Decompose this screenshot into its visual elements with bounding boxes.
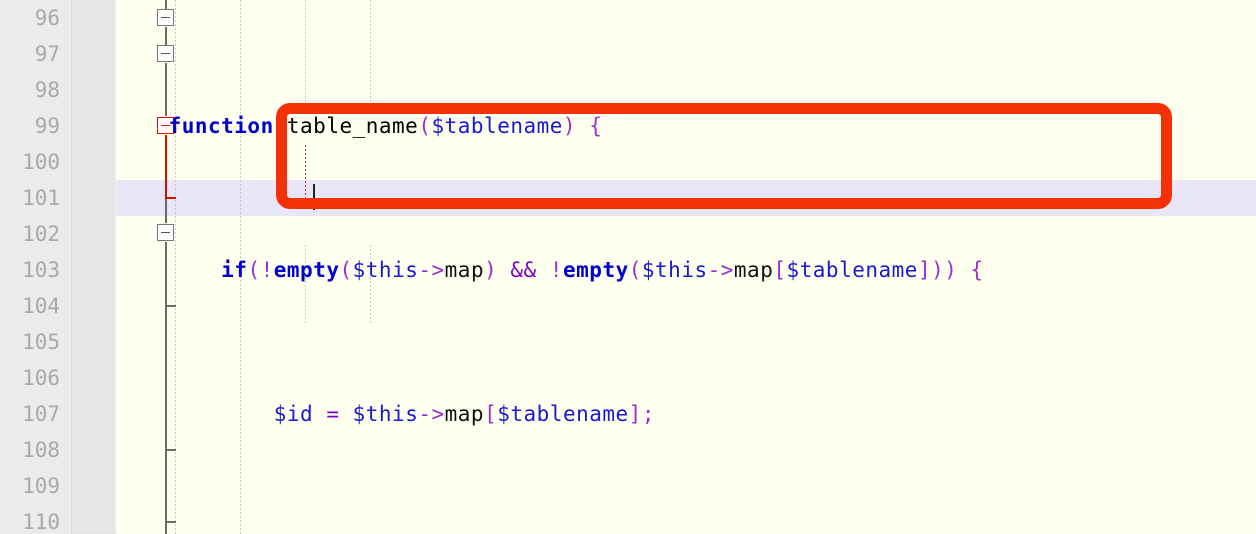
line-number: 102 xyxy=(22,222,60,246)
line-number: 108 xyxy=(22,438,60,462)
line-number: 107 xyxy=(22,402,60,426)
code-folding-column[interactable] xyxy=(72,0,176,534)
line-number: 103 xyxy=(22,258,60,282)
line-number: 96 xyxy=(34,6,60,30)
line-number: 104 xyxy=(22,294,60,318)
code-text-area[interactable]: function table_name($tablename) { if(!em… xyxy=(116,0,984,534)
code-line-97[interactable]: if(!empty($this->map) && !empty($this->m… xyxy=(116,252,984,288)
line-number: 101 xyxy=(22,186,60,210)
line-number: 97 xyxy=(34,42,60,66)
line-number: 98 xyxy=(34,78,60,102)
line-number: 105 xyxy=(22,330,60,354)
code-line-98[interactable]: $id = $this->map[$tablename]; xyxy=(116,396,984,432)
text-caret xyxy=(313,184,315,210)
line-number: 109 xyxy=(22,474,60,498)
line-number-column: 96 97 98 99 100 101 102 103 104 105 106 … xyxy=(0,0,60,534)
line-number: 99 xyxy=(34,114,60,138)
code-editor[interactable]: 96 97 98 99 100 101 102 103 104 105 106 … xyxy=(0,0,1256,534)
line-number: 106 xyxy=(22,366,60,390)
line-number: 100 xyxy=(22,150,60,174)
line-number: 110 xyxy=(22,510,60,534)
code-line-96[interactable]: function table_name($tablename) { xyxy=(116,108,984,144)
